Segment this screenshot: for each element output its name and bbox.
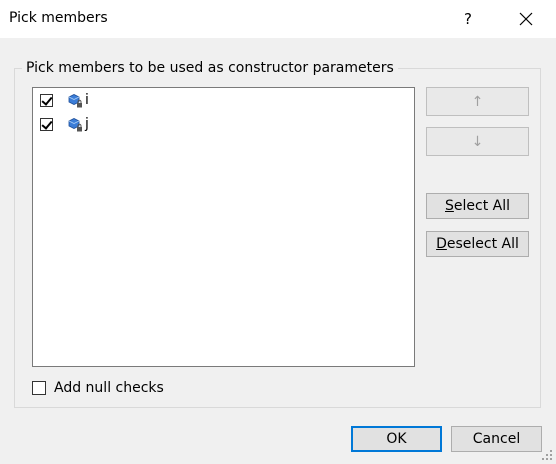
deselect-all-label: eselect All [446, 236, 519, 252]
select-all-button[interactable]: Select All [426, 193, 529, 219]
ok-label: OK [386, 431, 407, 447]
title-bar: Pick members ? [0, 0, 556, 38]
private-field-icon [68, 118, 82, 132]
move-up-button[interactable]: ↑ [426, 87, 529, 116]
deselect-all-button[interactable]: Deselect All [426, 231, 529, 257]
member-i-checkbox[interactable] [40, 93, 53, 107]
arrow-up-icon: ↑ [471, 93, 484, 110]
select-all-mnemonic: S [445, 198, 454, 214]
cancel-button[interactable]: Cancel [451, 426, 542, 452]
member-name: i [85, 92, 89, 108]
ok-button[interactable]: OK [351, 426, 442, 452]
list-item-member-i[interactable]: i [40, 89, 89, 111]
move-down-button[interactable]: ↓ [426, 127, 529, 156]
close-button[interactable] [506, 4, 546, 34]
private-field-icon [68, 94, 82, 108]
window-title: Pick members [9, 10, 108, 26]
arrow-down-icon: ↓ [471, 133, 484, 150]
groupbox-legend: Pick members to be used as constructor p… [22, 60, 398, 76]
member-name: j [85, 116, 89, 132]
deselect-all-mnemonic: D [436, 236, 447, 252]
help-label: ? [464, 10, 472, 28]
add-null-checks-checkbox[interactable] [32, 381, 46, 395]
help-button[interactable]: ? [452, 6, 484, 32]
members-list[interactable]: i j [32, 87, 415, 367]
member-j-checkbox[interactable] [40, 117, 53, 131]
list-item-member-j[interactable]: j [40, 113, 89, 135]
select-all-label: elect All [453, 198, 510, 214]
add-null-checks-option[interactable]: Add null checks [32, 380, 164, 396]
close-icon [519, 12, 533, 26]
resize-grip-icon[interactable] [538, 446, 554, 462]
add-null-checks-label: Add null checks [54, 380, 164, 396]
cancel-label: Cancel [472, 431, 521, 447]
